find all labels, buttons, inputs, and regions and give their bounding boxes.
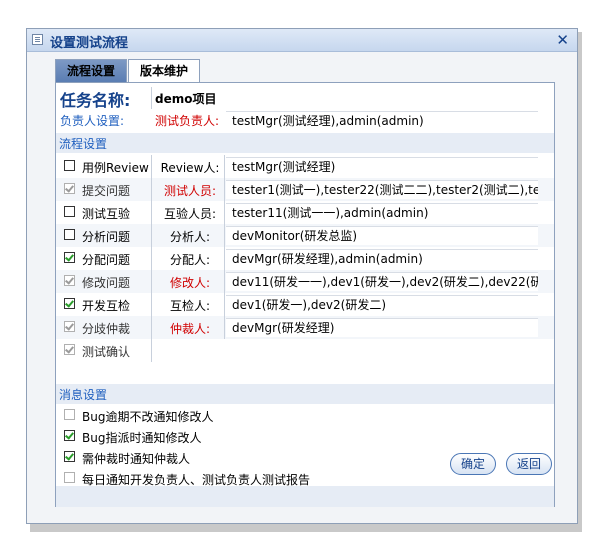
test-owner-label: 测试负责人: [155,114,220,128]
flow-row-label: 提交问题 [82,184,131,198]
flow-row-role: 修改人: [169,276,211,290]
tab-version-maintenance[interactable]: 版本维护 [128,59,200,82]
message-row-label: Bug指派时通知修改人 [82,431,202,445]
message-row-checkbox[interactable] [64,409,75,420]
flow-row-checkbox[interactable] [64,298,75,309]
owner-label: 负责人设置: [60,114,125,128]
flow-row: 测试互验 互验人员: tester11(测试一一),admin(admin) [56,201,554,224]
flow-row: 分析问题 分析人: devMonitor(研发总监) [56,224,554,247]
flow-row-role: 互检人: [169,299,211,313]
message-row-checkbox[interactable] [64,451,75,462]
flow-row-role: Review人: [160,161,220,175]
confirm-button[interactable]: 确定 [450,453,496,475]
flow-row-checkbox[interactable] [64,206,75,217]
flow-row: 分歧仲裁 仲裁人: devMgr(研发经理) [56,316,554,339]
flow-row: 提交问题 测试人员: tester1(测试一),tester22(测试二二),tes… [56,178,554,201]
flow-row-checkbox[interactable] [64,229,75,240]
task-row: 任务名称: demo项目 [56,87,556,110]
flow-row-label: 用例Review [82,161,149,175]
flow-row-assignee-field[interactable]: devMgr(研发经理) [226,318,538,337]
flow-row: 修改问题 修改人: dev11(研发一一),dev1(研发一),dev2(研发二),… [56,270,554,293]
title-bar[interactable]: 设置测试流程 ✕ [27,29,577,52]
flow-row: 测试确认 [56,339,554,362]
column-divider [224,155,225,339]
message-row-checkbox[interactable] [64,472,75,483]
flow-settings-panel: 任务名称: demo项目 负责人设置: 测试负责人: testMgr(测试经理)… [55,82,555,507]
flow-row-assignee-field[interactable]: tester11(测试一一),admin(admin) [226,203,538,222]
dialog-window: 设置测试流程 ✕ 流程设置 版本维护 任务名称: demo项目 负责人设置: 测… [26,28,578,524]
flow-row-label: 分歧仲裁 [82,322,131,336]
flow-row: 用例Review Review人: testMgr(测试经理) [56,155,554,178]
flow-row-label: 测试确认 [82,345,131,359]
flow-section-title: 流程设置 [59,137,108,151]
flow-row-checkbox [64,344,75,355]
flow-row: 开发互检 互检人: dev1(研发一),dev2(研发二) [56,293,554,316]
flow-section-header: 流程设置 [56,133,554,153]
flow-row-label: 修改问题 [82,276,131,290]
flow-row-label: 分析问题 [82,230,131,244]
message-row-label: Bug逾期不改通知修改人 [82,410,214,424]
task-name: demo项目 [155,92,217,106]
flow-row-role: 仲裁人: [169,322,211,336]
flow-row-assignee-field[interactable]: devMonitor(研发总监) [226,226,538,245]
task-label: 任务名称: [60,91,131,110]
flow-row-assignee-field[interactable]: devMgr(研发经理),admin(admin) [226,249,538,268]
owner-row: 负责人设置: 测试负责人: testMgr(测试经理),admin(admin) [56,109,556,131]
flow-row-role: 测试人员: [163,184,217,198]
tab-flow-settings[interactable]: 流程设置 [55,59,127,82]
flow-row-assignee-field[interactable]: tester1(测试一),tester22(测试二二),tester2(测试二)… [226,180,538,199]
flow-row-label: 分配问题 [82,253,131,267]
message-row: Bug逾期不改通知修改人 [56,405,554,426]
message-row: Bug指派时通知修改人 [56,426,554,447]
flow-row-label: 测试互验 [82,207,131,221]
test-owner-field[interactable]: testMgr(测试经理),admin(admin) [226,111,538,130]
flow-row-assignee-field[interactable]: dev11(研发一一),dev1(研发一),dev2(研发二),dev22(研发 [226,272,538,291]
message-row-checkbox[interactable] [64,430,75,441]
message-section-title: 消息设置 [59,388,108,402]
flow-row-assignee-field[interactable]: dev1(研发一),dev2(研发二) [226,295,538,314]
flow-row-checkbox[interactable] [64,252,75,263]
message-row-label: 需仲裁时通知仲裁人 [82,452,191,466]
flow-row-assignee-field[interactable]: testMgr(测试经理) [226,157,538,176]
flow-row-checkbox [64,321,75,332]
flow-row-label: 开发互检 [82,299,131,313]
column-divider [151,155,152,362]
flow-row-role: 分配人: [169,253,211,267]
flow-row: 分配问题 分配人: devMgr(研发经理),admin(admin) [56,247,554,270]
flow-row-checkbox [64,183,75,194]
close-icon[interactable]: ✕ [556,30,569,50]
window-icon [32,34,43,45]
flow-row-role: 互验人员: [163,207,217,221]
flow-row-role: 分析人: [169,230,211,244]
window-title: 设置测试流程 [50,36,129,51]
flow-row-checkbox[interactable] [64,160,75,171]
flow-row-checkbox [64,275,75,286]
panel-footer [56,486,554,507]
message-section-header: 消息设置 [56,384,554,404]
back-button[interactable]: 返回 [506,453,552,475]
